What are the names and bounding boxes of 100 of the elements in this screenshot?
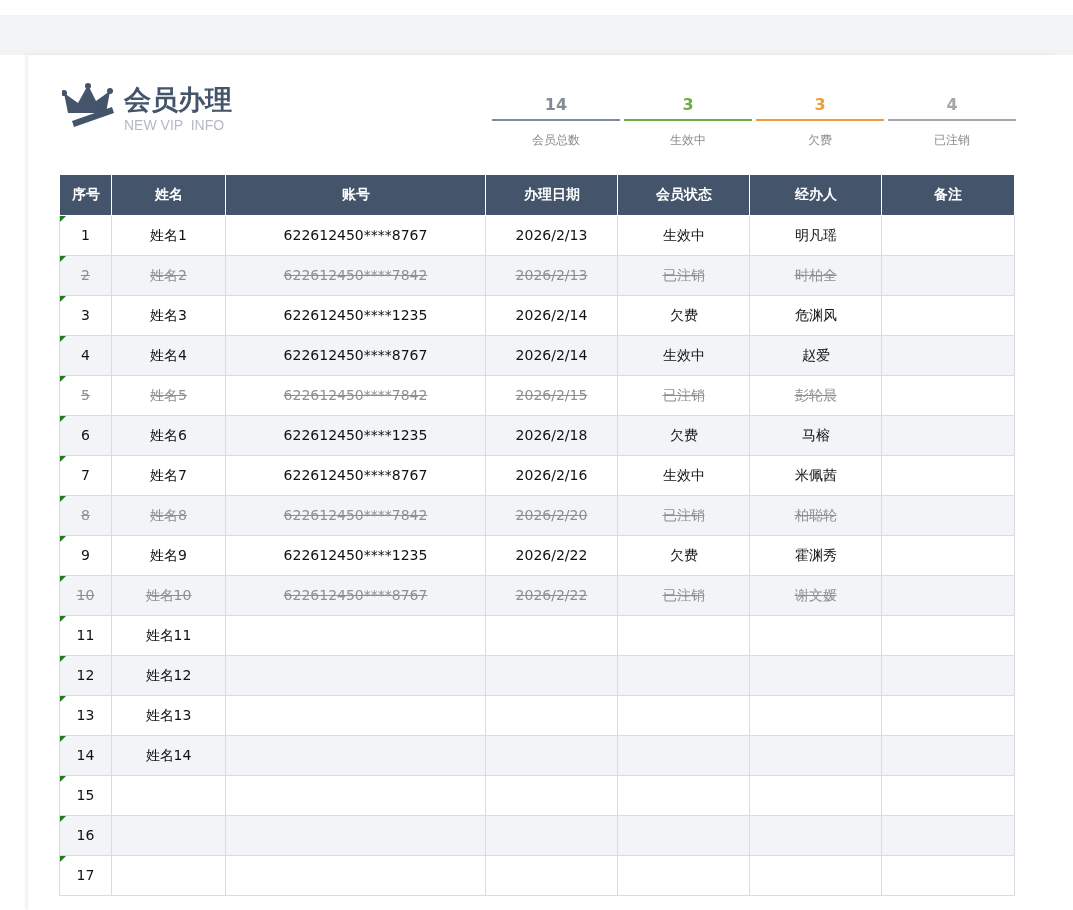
corner-marker-icon	[60, 495, 66, 502]
corner-marker-icon	[60, 815, 66, 822]
table-cell: 2026/2/16	[515, 466, 588, 483]
table-cell: 彭轮晨	[794, 386, 837, 403]
table-cell: 欠费	[669, 426, 698, 443]
table-cell: 8	[81, 506, 90, 523]
table-cell: 生效中	[662, 346, 705, 363]
corner-marker-icon	[60, 655, 66, 662]
corner-marker-icon	[60, 615, 66, 622]
column-header: 姓名	[111, 175, 226, 215]
table-cell: 霍渊秀	[794, 546, 837, 563]
table-cell: 危渊风	[794, 306, 837, 323]
table-cell: 已注销	[662, 386, 705, 403]
stat-label: 已注销	[933, 132, 971, 149]
table-cell: 欠费	[669, 546, 698, 563]
table-cell: 姓名5	[150, 386, 187, 403]
corner-marker-icon	[60, 575, 66, 582]
corner-marker-icon	[60, 375, 66, 382]
table-cell: 622612450****7842	[283, 386, 428, 403]
table-cell: 2026/2/22	[515, 586, 588, 603]
table-cell: 姓名13	[145, 706, 192, 723]
table-cell: 姓名3	[150, 306, 187, 323]
table-cell: 生效中	[662, 466, 705, 483]
table-cell: 生效中	[662, 226, 705, 243]
table-cell: 姓名7	[150, 466, 187, 483]
table-cell: 10	[76, 586, 95, 603]
page-title: 会员办理	[124, 85, 232, 115]
corner-marker-icon	[60, 295, 66, 302]
table-cell: 3	[81, 306, 90, 323]
table-cell: 12	[76, 666, 95, 683]
table-cell: 柏聪轮	[794, 506, 837, 523]
table-cell: 姓名4	[150, 346, 187, 363]
page-subtitle: NEW VIP INFO	[124, 115, 226, 135]
column-header: 办理日期	[485, 175, 618, 215]
column-header: 经办人	[749, 175, 882, 215]
corner-marker-icon	[60, 415, 66, 422]
corner-marker-icon	[60, 455, 66, 462]
stat-value: 3	[681, 94, 695, 116]
table-cell: 622612450****7842	[283, 506, 428, 523]
stat-value: 14	[543, 94, 569, 116]
table-cell: 622612450****8767	[283, 466, 428, 483]
table-cell: 马榕	[801, 426, 830, 443]
table-cell: 姓名2	[150, 266, 187, 283]
table-cell: 622612450****1235	[283, 426, 428, 443]
table-cell: 已注销	[662, 266, 705, 283]
table-cell: 明凡瑶	[794, 226, 837, 243]
table-cell: 7	[81, 466, 90, 483]
stat-label: 生效中	[669, 132, 707, 149]
stat-value: 3	[813, 94, 827, 116]
table-cell: 2026/2/14	[515, 306, 588, 323]
column-header: 序号	[59, 175, 112, 215]
table-cell: 姓名9	[150, 546, 187, 563]
table-cell: 2026/2/15	[515, 386, 588, 403]
table-cell: 622612450****8767	[283, 586, 428, 603]
table-cell: 2026/2/18	[515, 426, 588, 443]
table-cell: 已注销	[662, 506, 705, 523]
table-cell: 姓名11	[145, 626, 192, 643]
corner-marker-icon	[60, 735, 66, 742]
table-cell: 622612450****8767	[283, 346, 428, 363]
table-cell: 赵爱	[801, 346, 830, 363]
column-header: 备注	[881, 175, 1015, 215]
table-cell: 2026/2/20	[515, 506, 588, 523]
corner-marker-icon	[60, 775, 66, 782]
table-cell: 622612450****1235	[283, 306, 428, 323]
stat-label: 欠费	[807, 132, 833, 149]
table-cell: 米佩茜	[794, 466, 837, 483]
table-cell: 2026/2/14	[515, 346, 588, 363]
corner-marker-icon	[60, 255, 66, 262]
table-cell: 17	[76, 866, 95, 883]
table-cell: 欠费	[669, 306, 698, 323]
table-cell: 14	[76, 746, 95, 763]
table-cell: 9	[81, 546, 90, 563]
table-cell: 622612450****7842	[283, 266, 428, 283]
table-cell: 15	[76, 786, 95, 803]
table-cell: 13	[76, 706, 95, 723]
table-cell: 1	[81, 226, 90, 243]
table-cell: 姓名6	[150, 426, 187, 443]
column-header: 会员状态	[617, 175, 750, 215]
table-cell: 2	[81, 266, 90, 283]
corner-marker-icon	[60, 535, 66, 542]
stat-label: 会员总数	[531, 132, 581, 149]
table-cell: 622612450****1235	[283, 546, 428, 563]
table-cell: 2026/2/13	[515, 226, 588, 243]
stat-value: 4	[945, 94, 959, 116]
corner-marker-icon	[60, 335, 66, 342]
table-cell: 姓名12	[145, 666, 192, 683]
table-cell: 6	[81, 426, 90, 443]
table-cell: 16	[76, 826, 95, 843]
corner-marker-icon	[60, 215, 66, 222]
table-cell: 622612450****8767	[283, 226, 428, 243]
table-cell: 4	[81, 346, 90, 363]
table-cell: 姓名1	[150, 226, 187, 243]
table-cell: 姓名8	[150, 506, 187, 523]
column-header: 账号	[225, 175, 486, 215]
table-cell: 2026/2/22	[515, 546, 588, 563]
table-cell: 11	[76, 626, 95, 643]
table-cell: 2026/2/13	[515, 266, 588, 283]
table-cell: 5	[81, 386, 90, 403]
corner-marker-icon	[60, 695, 66, 702]
corner-marker-icon	[60, 855, 66, 862]
